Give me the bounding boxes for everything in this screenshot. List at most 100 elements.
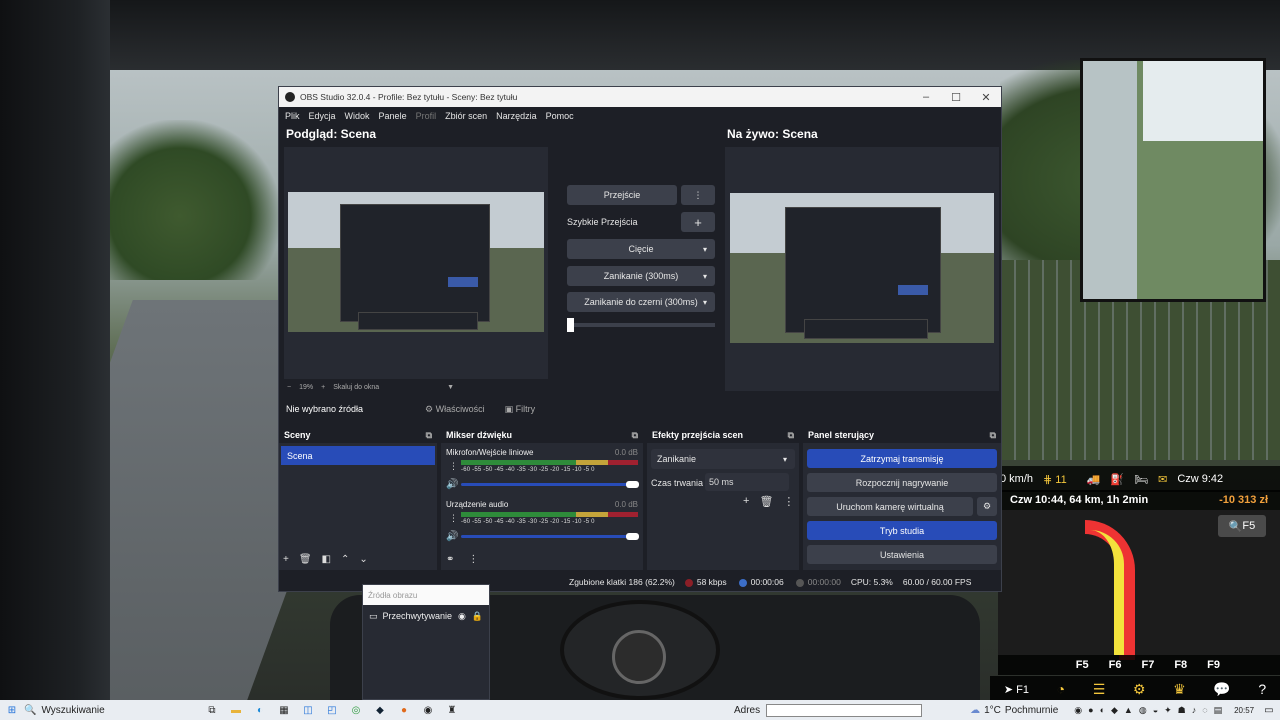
more-vertical-icon[interactable]: ⋮	[783, 495, 794, 508]
source-item[interactable]: ▭ Przechwytywanie ◉ 🔒	[363, 605, 489, 627]
link-icon[interactable]: ⚭	[446, 554, 454, 565]
preview-area[interactable]	[284, 147, 548, 379]
lock-icon[interactable]: 🔒	[472, 611, 483, 622]
monitor-icon: ▭	[369, 610, 378, 621]
speaker-icon[interactable]: 🔊	[446, 479, 458, 490]
quick-transition-item[interactable]: Cięcie ▾	[567, 239, 715, 259]
program-thumbnail	[730, 193, 994, 343]
popout-icon[interactable]: ⧉	[426, 430, 432, 441]
popout-icon[interactable]: ⧉	[788, 430, 794, 441]
up-icon[interactable]: ⌃	[341, 554, 349, 565]
duration-input[interactable]: 50 ms	[705, 473, 789, 491]
more-vertical-icon[interactable]: ⋮	[468, 554, 478, 565]
speed-icon[interactable]: ◔	[1057, 681, 1065, 697]
fkey[interactable]: F9	[1207, 659, 1220, 671]
menu-narzedzia[interactable]: Narzędzia	[496, 111, 537, 121]
fkey[interactable]: F6	[1109, 659, 1122, 671]
virtual-cam-settings-button[interactable]: ⚙	[977, 497, 997, 516]
popout-icon[interactable]: ⧉	[990, 430, 996, 441]
chat-icon[interactable]: 💬	[1213, 681, 1230, 698]
help-icon[interactable]: ?	[1258, 681, 1266, 697]
windows-icon[interactable]: ⊞	[4, 703, 20, 717]
meter-ticks: -60 -55 -50 -45 -40 -35 -30 -25 -20 -15 …	[461, 519, 595, 525]
chevron-down-icon[interactable]: ▼	[447, 384, 454, 391]
zoom-out-button[interactable]: −	[287, 384, 291, 391]
maximize-icon[interactable]: ☐	[941, 87, 971, 107]
source-name: Przechwytywanie	[382, 611, 453, 621]
menu-zbior-scen[interactable]: Zbiór scen	[445, 111, 487, 121]
menu-pomoc[interactable]: Pomoc	[546, 111, 574, 121]
volume-knob[interactable]	[626, 481, 639, 488]
zoom-mode[interactable]: Skaluj do okna	[333, 384, 379, 391]
outlook-icon[interactable]: ◫	[300, 703, 316, 717]
task-view-icon[interactable]: ⧉	[204, 703, 220, 717]
map-search-button[interactable]: 🔍 F5	[1218, 515, 1266, 537]
more-vertical-icon[interactable]: ⋮	[449, 513, 458, 524]
studio-mode-button[interactable]: Tryb studia	[807, 521, 997, 540]
trash-icon[interactable]: 🗑	[299, 554, 312, 565]
more-vertical-icon[interactable]: ⋮	[449, 461, 458, 472]
folder-icon[interactable]: ▬	[228, 703, 244, 717]
transition-menu-button[interactable]: ⋮	[681, 185, 715, 205]
transition-button[interactable]: Przejście	[567, 185, 677, 205]
xbox-icon[interactable]: ◎	[348, 703, 364, 717]
quick-transition-item[interactable]: Zanikanie do czerni (300ms) ▾	[567, 292, 715, 312]
add-quick-transition-button[interactable]: +	[681, 212, 715, 232]
app-icon[interactable]: ▦	[276, 703, 292, 717]
game-icon[interactable]: ♜	[444, 703, 460, 717]
minimize-icon[interactable]: –	[911, 87, 941, 107]
volume-knob[interactable]	[626, 533, 639, 540]
menu-edycja[interactable]: Edycja	[309, 111, 336, 121]
menu-plik[interactable]: Plik	[285, 111, 300, 121]
stream-time-value: 00:00:06	[750, 577, 784, 587]
list-icon[interactable]: ☰	[1093, 681, 1106, 698]
tray-icons[interactable]: ◉●◐◆▲◍◒✦☗♪◌▤	[1074, 705, 1228, 716]
virtual-cam-button[interactable]: Uruchom kamerę wirtualną	[807, 497, 973, 516]
transition-select[interactable]: Zanikanie ▾	[651, 449, 795, 469]
filter-icon[interactable]: ◧	[322, 554, 331, 565]
plus-icon: +	[694, 214, 702, 230]
close-icon[interactable]: ✕	[971, 87, 1001, 107]
popout-icon[interactable]: ⧉	[632, 430, 638, 441]
trash-icon[interactable]: 🗑	[759, 495, 773, 508]
address-input[interactable]	[766, 703, 923, 717]
volume-slider[interactable]	[461, 535, 629, 538]
store-icon[interactable]: ◰	[324, 703, 340, 717]
obs-icon[interactable]: ◉	[420, 703, 436, 717]
tbar-handle[interactable]	[567, 318, 574, 332]
rec-time: 00:00:00	[795, 577, 841, 587]
track-name: Urządzenie audio	[446, 500, 509, 509]
stop-stream-button[interactable]: Zatrzymaj transmisję	[807, 449, 997, 468]
fkey[interactable]: F7	[1141, 659, 1154, 671]
trophy-icon[interactable]: ♛	[1173, 681, 1186, 698]
steam-icon[interactable]: ◆	[372, 703, 388, 717]
edge-icon[interactable]: ◐	[252, 703, 268, 717]
filters-button[interactable]: ▣ Filtry	[505, 404, 536, 415]
fkey[interactable]: F5	[1076, 659, 1089, 671]
quick-transition-item[interactable]: Zanikanie (300ms) ▾	[567, 266, 715, 286]
gear-icon[interactable]: ⚙	[1133, 681, 1146, 698]
settings-button[interactable]: Ustawienia	[807, 545, 997, 564]
search-box[interactable]: 🔍 Wyszukiwanie	[24, 705, 184, 716]
fkey[interactable]: F8	[1174, 659, 1187, 671]
properties-button[interactable]: ⚙ Właściwości	[425, 404, 485, 415]
down-icon[interactable]: ⌄	[359, 554, 367, 565]
menu-widok[interactable]: Widok	[345, 111, 370, 121]
menu-profil[interactable]: Profil	[416, 111, 437, 121]
volume-slider[interactable]	[461, 483, 629, 486]
scene-item[interactable]: Scena	[281, 446, 435, 465]
tbar-slider[interactable]	[567, 323, 715, 327]
transitions-title: Efekty przejścia scen	[652, 430, 744, 440]
program-area[interactable]	[725, 147, 999, 391]
scenes-toolbar: + 🗑 ◧ ⌃ ⌄	[283, 554, 368, 565]
eye-icon[interactable]: ◉	[458, 611, 466, 622]
notification-icon[interactable]: ▭	[1264, 705, 1273, 716]
add-icon[interactable]: +	[283, 554, 289, 565]
firefox-icon[interactable]: ●	[396, 703, 412, 717]
add-icon[interactable]: +	[743, 495, 749, 508]
start-record-button[interactable]: Rozpocznij nagrywanie	[807, 473, 997, 492]
menu-panele[interactable]: Panele	[379, 111, 407, 121]
live-title: Na żywo: Scena	[727, 127, 818, 141]
zoom-in-button[interactable]: +	[321, 384, 325, 391]
speaker-icon[interactable]: 🔊	[446, 531, 458, 542]
